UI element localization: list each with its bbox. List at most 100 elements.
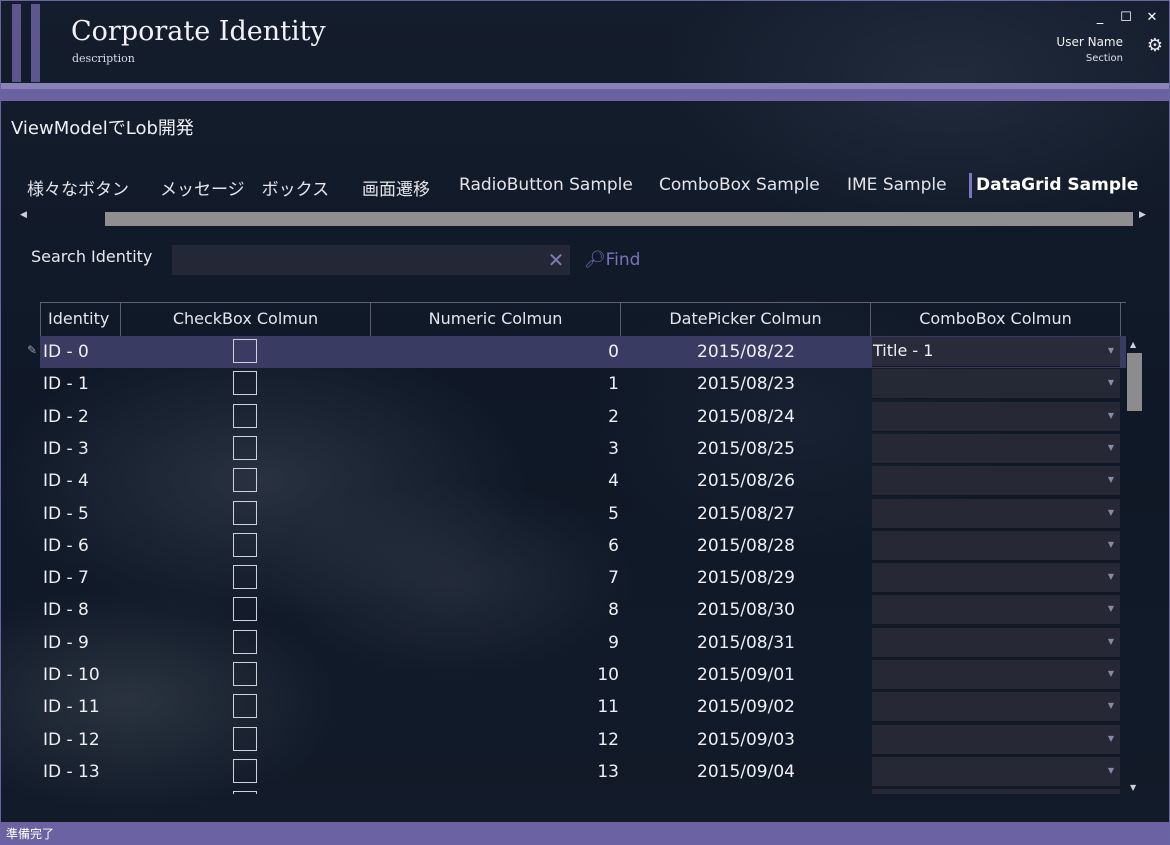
scroll-up-arrow-icon[interactable]: ▲ [1130,340,1136,349]
cell-numeric[interactable]: 12 [371,724,619,756]
cell-combobox[interactable]: ▼ [872,401,1120,432]
tab-buttons[interactable]: 様々なボタン [27,175,129,200]
cell-combobox[interactable]: ▼ [872,498,1120,529]
cell-combobox[interactable]: ▼ [872,724,1120,755]
cell-numeric[interactable]: 0 [371,336,619,368]
table-row[interactable]: ID - 11 11 2015/09/02 ▼ [40,691,1126,723]
cell-numeric[interactable]: 3 [371,433,619,465]
table-row[interactable]: ID - 2 2 2015/08/24 ▼ [40,401,1126,433]
tab-message-box[interactable]: メッセージ ボックス [160,175,329,200]
row-checkbox[interactable] [233,726,257,751]
table-row[interactable]: ID - 6 6 2015/08/28 ▼ [40,530,1126,562]
cell-combobox[interactable]: ▼ [872,756,1120,787]
cell-date[interactable]: 2015/08/26 [621,465,871,497]
row-checkbox[interactable] [233,629,257,654]
scroll-right-arrow-icon[interactable]: ▶ [1139,210,1146,220]
row-checkbox[interactable] [233,758,257,783]
cell-combobox[interactable]: ▼ [872,692,1120,723]
header-datepicker-column[interactable]: DatePicker Colmun [620,303,871,336]
cell-numeric[interactable]: 5 [371,498,619,530]
cell-date[interactable]: 2015/09/04 [621,756,871,788]
cell-combobox[interactable]: ▼ [872,433,1120,464]
vertical-scrollbar-thumb[interactable] [1127,353,1142,411]
row-checkbox[interactable] [233,532,257,557]
cell-numeric[interactable]: 7 [371,562,619,594]
row-checkbox[interactable] [233,468,257,493]
scroll-down-arrow-icon[interactable]: ▼ [1130,783,1136,792]
table-row[interactable]: ID - 5 5 2015/08/27 ▼ [40,498,1126,530]
find-button[interactable]: 🔍︎Find [584,249,640,271]
cell-date[interactable]: 2015/09/05 [621,788,871,794]
cell-date[interactable]: 2015/09/01 [621,659,871,691]
close-icon[interactable]: ✕ [545,249,567,271]
cell-numeric[interactable]: 6 [371,530,619,562]
cell-combobox[interactable]: ▼ [872,563,1120,594]
tab-ime-sample[interactable]: IME Sample [847,175,947,195]
cell-combobox[interactable]: ▼ [872,466,1120,497]
table-row[interactable]: ID - 13 13 2015/09/04 ▼ [40,756,1126,788]
maximize-button[interactable]: ☐ [1115,8,1137,28]
row-checkbox[interactable] [233,565,257,590]
cell-date[interactable]: 2015/09/02 [621,691,871,723]
cell-date[interactable]: 2015/08/28 [621,530,871,562]
row-checkbox[interactable] [233,339,257,363]
tab-radiobutton-sample[interactable]: RadioButton Sample [459,175,633,195]
cell-date[interactable]: 2015/08/24 [621,401,871,433]
table-row[interactable]: ID - 7 7 2015/08/29 ▼ [40,562,1126,594]
header-identity[interactable]: Identity [40,303,121,336]
row-checkbox[interactable] [233,597,257,622]
scroll-left-arrow-icon[interactable]: ◀ [20,210,27,220]
minimize-button[interactable]: _ [1089,8,1111,28]
row-checkbox[interactable] [233,662,257,686]
row-checkbox[interactable] [233,791,257,794]
gear-icon[interactable]: ⚙ [1145,36,1165,56]
table-row[interactable]: ID - 4 4 2015/08/26 ▼ [40,465,1126,497]
cell-date[interactable]: 2015/08/22 [621,336,871,368]
close-button[interactable]: ✕ [1141,8,1163,28]
table-row[interactable]: ID - 9 9 2015/08/31 ▼ [40,627,1126,659]
cell-numeric[interactable]: 10 [371,659,619,691]
cell-numeric[interactable]: 9 [371,627,619,659]
tab-navigation[interactable]: 画面遷移 [362,175,430,200]
tab-datagrid-sample[interactable]: DataGrid Sample [976,175,1138,195]
cell-numeric[interactable]: 13 [371,756,619,788]
cell-combobox[interactable]: ▼ [872,530,1120,561]
cell-combobox[interactable]: ▼ [872,595,1120,626]
tab-scrollbar[interactable] [105,212,1133,226]
cell-numeric[interactable]: 11 [371,691,619,723]
row-checkbox[interactable] [233,403,257,428]
cell-numeric[interactable]: 14 [371,788,619,794]
cell-combobox[interactable]: ▼ [872,627,1120,658]
header-combobox-column[interactable]: ComboBox Colmun [870,303,1121,336]
cell-date[interactable]: 2015/08/25 [621,433,871,465]
cell-date[interactable]: 2015/08/30 [621,594,871,626]
tab-combobox-sample[interactable]: ComboBox Sample [659,175,820,195]
cell-combobox[interactable]: ▼ [872,369,1120,400]
row-checkbox[interactable] [233,371,257,396]
cell-numeric[interactable]: 1 [371,368,619,400]
table-row[interactable]: ID - 10 10 2015/09/01 ▼ [40,659,1126,691]
cell-numeric[interactable]: 4 [371,465,619,497]
cell-date[interactable]: 2015/09/03 [621,724,871,756]
cell-combobox[interactable]: ▼ [872,789,1120,794]
cell-numeric[interactable]: 8 [371,594,619,626]
row-checkbox[interactable] [233,500,257,525]
cell-combobox[interactable]: ▼ [872,660,1120,690]
cell-date[interactable]: 2015/08/27 [621,498,871,530]
cell-date[interactable]: 2015/08/31 [621,627,871,659]
cell-numeric[interactable]: 2 [371,401,619,433]
row-checkbox[interactable] [233,694,257,719]
table-row[interactable]: ID - 1 1 2015/08/23 ▼ [40,368,1126,400]
cell-date[interactable]: 2015/08/29 [621,562,871,594]
table-row[interactable]: ID - 14 142015/09/05 ▼ [40,788,1126,794]
search-input[interactable] [172,245,570,275]
cell-combobox[interactable]: Title - 1 ▼ [872,337,1120,367]
row-checkbox[interactable] [233,435,257,460]
table-row[interactable]: ID - 12 12 2015/09/03 ▼ [40,724,1126,756]
table-row[interactable]: ID - 8 8 2015/08/30 ▼ [40,594,1126,626]
header-numeric-column[interactable]: Numeric Colmun [370,303,621,336]
cell-date[interactable]: 2015/08/23 [621,368,871,400]
table-row[interactable]: ID - 3 3 2015/08/25 ▼ [40,433,1126,465]
table-row[interactable]: ID - 0 0 2015/08/22 Title - 1 ▼ [40,336,1126,368]
header-checkbox-column[interactable]: CheckBox Colmun [120,303,371,336]
